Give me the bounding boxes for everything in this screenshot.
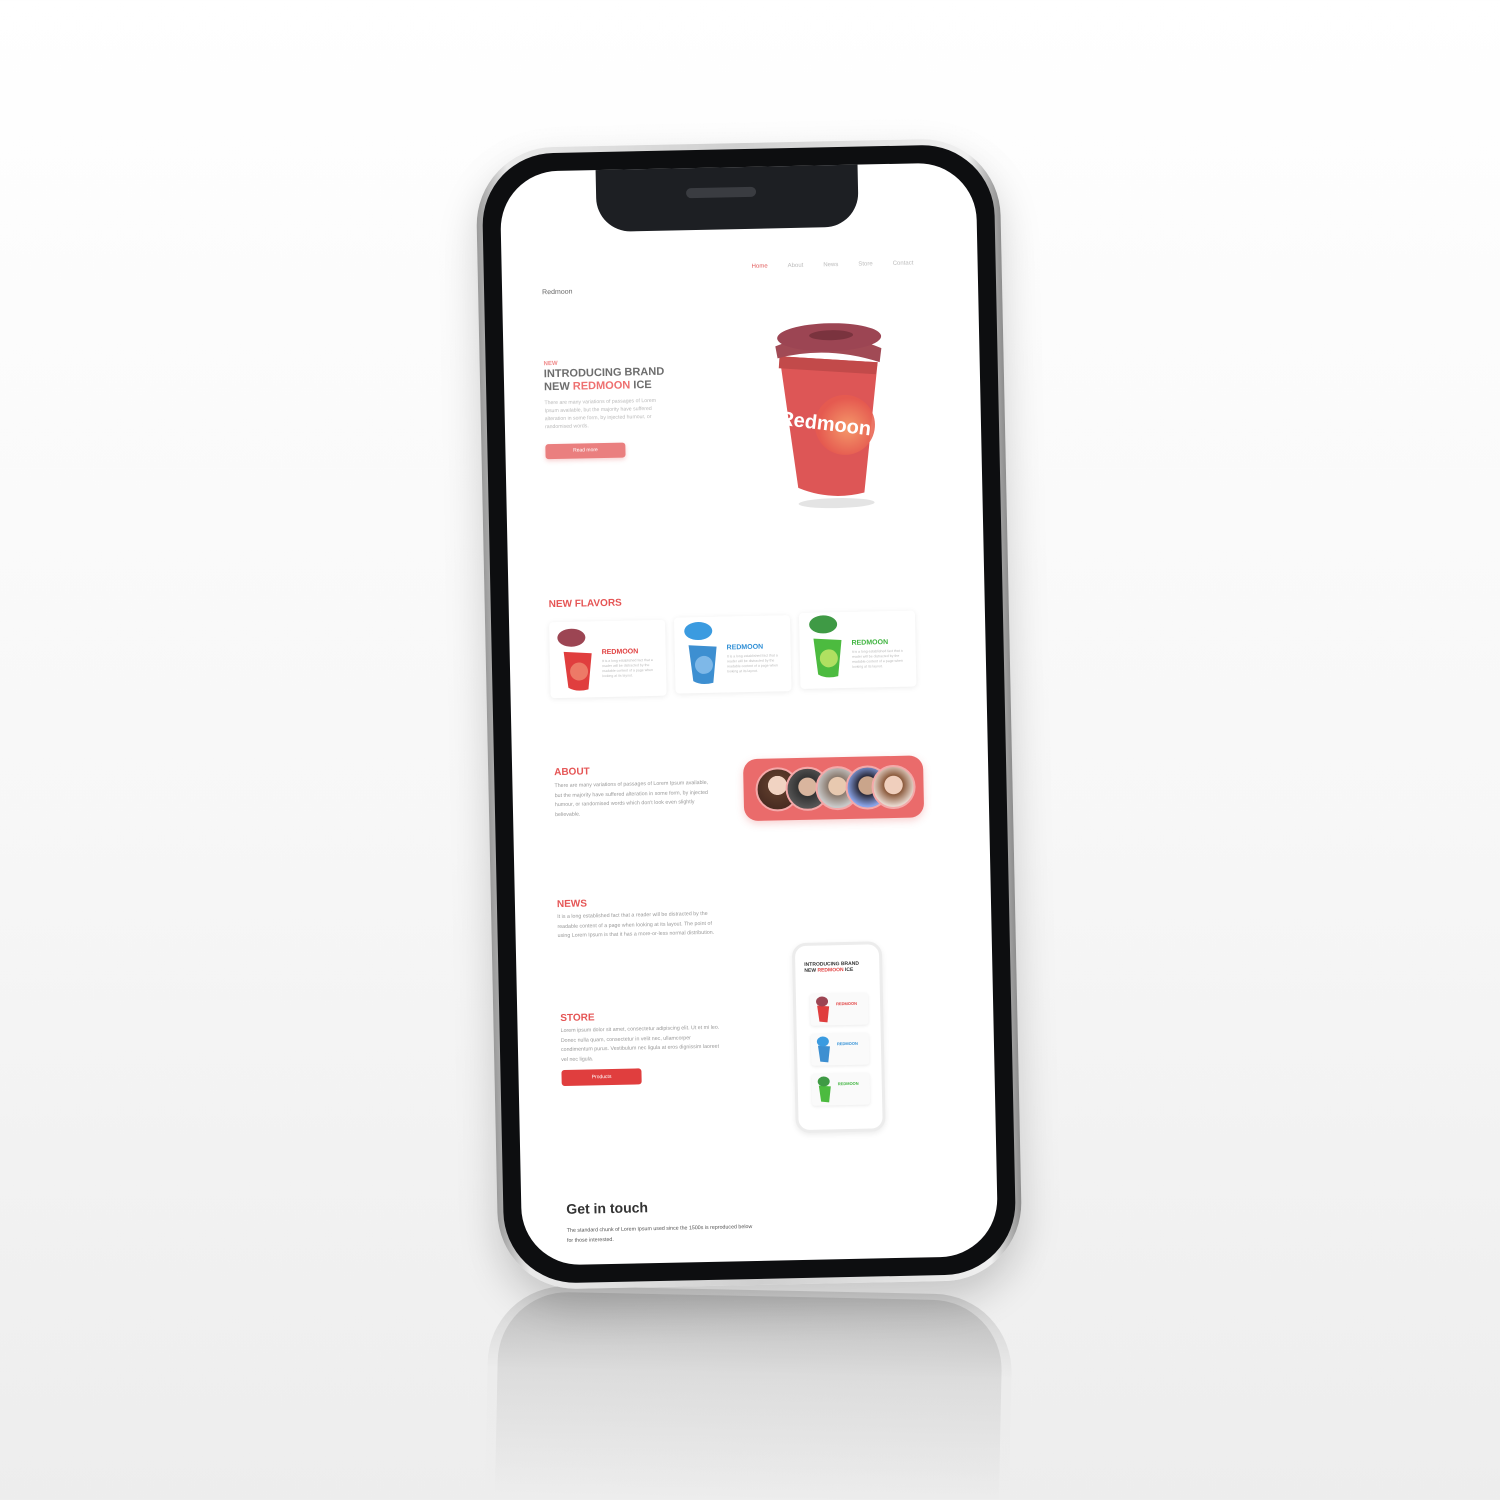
- hero-cup-image: Redmoon: [775, 323, 882, 509]
- nav-contact[interactable]: Contact: [893, 260, 914, 266]
- mini-card-blue: REDMOON: [810, 1032, 870, 1066]
- contact-text: The standard chunk of Lorem Ipsum used s…: [566, 1224, 753, 1244]
- about-text: There are many variations of passages of…: [554, 779, 709, 818]
- about-title: ABOUT: [554, 766, 590, 779]
- flavor-card-red[interactable]: REDMOON It is a long established fact th…: [549, 619, 667, 699]
- mini-card-green: REDMOON: [811, 1072, 871, 1106]
- mini-card-red: REDMOON: [809, 992, 869, 1026]
- phone-screen: Redmoon Home About News Store Contact NE…: [499, 162, 999, 1266]
- store-title: STORE: [560, 1012, 595, 1025]
- flavor-desc: It is a long established fact that a rea…: [726, 653, 779, 674]
- news-text: It is a long established fact that a rea…: [557, 910, 715, 940]
- hero-text: There are many variations of passages of…: [544, 397, 657, 431]
- flavor-name: REDMOON: [726, 643, 764, 652]
- brand-logo[interactable]: Redmoon: [542, 289, 572, 297]
- flavor-name: REDMOON: [851, 639, 889, 647]
- red-cup-icon: [557, 628, 592, 691]
- nav-news[interactable]: News: [823, 262, 838, 268]
- flavor-name: REDMOON: [601, 648, 639, 657]
- blue-cup-icon: [684, 622, 717, 685]
- team-avatar: [871, 764, 917, 810]
- mini-card-name: REDMOON: [836, 1000, 858, 1007]
- mini-title-post: ICE: [843, 966, 854, 974]
- hero-title-pre: NEW: [543, 380, 573, 394]
- mini-card-name: REDMOON: [837, 1080, 859, 1087]
- flavor-card-blue[interactable]: REDMOON It is a long established fact th…: [673, 615, 792, 694]
- store-text: Lorem ipsum dolor sit amet, consectetur …: [560, 1024, 720, 1063]
- phone-device: Redmoon Home About News Store Contact NE…: [475, 137, 1023, 1291]
- mini-green-cup-icon: [817, 1076, 831, 1103]
- nav-about[interactable]: About: [788, 263, 804, 269]
- mini-card-name: REDMOON: [836, 1040, 858, 1047]
- flavor-desc: It is a long established fact that a rea…: [601, 658, 654, 679]
- contact-title: Get in touch: [566, 1199, 649, 1217]
- news-title: NEWS: [556, 898, 588, 911]
- hero-title: INTRODUCING BRAND NEW REDMOON ICE: [544, 366, 670, 395]
- hero-section: NEW INTRODUCING BRAND NEW REDMOON ICE Th…: [544, 359, 671, 460]
- products-button[interactable]: Products: [561, 1068, 642, 1087]
- flavor-desc: It is a long established fact that a rea…: [851, 648, 903, 669]
- green-cup-icon: [809, 615, 842, 678]
- website: Redmoon Home About News Store Contact NE…: [500, 162, 999, 1266]
- mini-title-highlight: REDMOON: [817, 967, 844, 974]
- phone-bezel: Redmoon Home About News Store Contact NE…: [481, 143, 1017, 1285]
- mini-title: INTRODUCING BRAND NEW REDMOON ICE: [804, 961, 859, 974]
- hero-title-line2: NEW REDMOON ICE: [544, 379, 669, 395]
- mini-title-pre: NEW: [804, 967, 818, 974]
- flavor-card-green[interactable]: REDMOON It is a long established fact th…: [798, 610, 917, 689]
- team-photos: [742, 755, 925, 822]
- mobile-preview: INTRODUCING BRAND NEW REDMOON ICE REDMOO…: [791, 941, 886, 1134]
- hero-title-highlight: REDMOON: [572, 379, 631, 393]
- mini-title-line2: NEW REDMOON ICE: [804, 967, 859, 974]
- nav-home[interactable]: Home: [752, 264, 768, 270]
- flavors-title: NEW FLAVORS: [548, 597, 622, 611]
- top-nav: Home About News Store Contact: [752, 260, 914, 269]
- phone-reflection: [484, 1284, 1014, 1500]
- read-more-button[interactable]: Read more: [545, 442, 626, 460]
- nav-store[interactable]: Store: [858, 261, 872, 267]
- mini-red-cup-icon: [816, 996, 830, 1023]
- mini-blue-cup-icon: [816, 1036, 830, 1063]
- hero-title-post: ICE: [630, 378, 652, 392]
